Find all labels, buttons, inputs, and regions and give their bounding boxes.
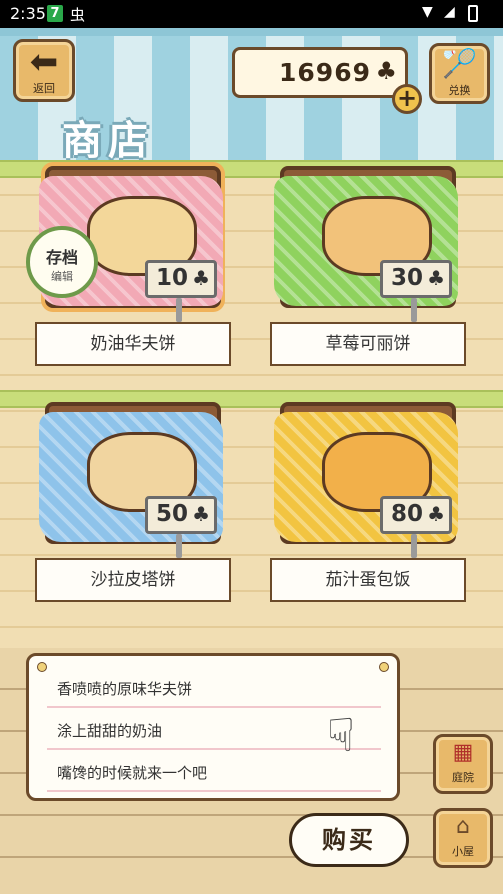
clover-icon: ♣ [427, 266, 445, 290]
tag-pin [411, 298, 417, 322]
pin-icon [379, 662, 389, 672]
item-name: 草莓可丽饼 [270, 322, 466, 366]
wifi-icon: ▼ [422, 4, 433, 20]
pin-icon [37, 662, 47, 672]
divider [47, 790, 381, 792]
price-tag: 80 ♣ [380, 496, 452, 534]
notification-badge: 7 [47, 5, 63, 22]
house-button[interactable]: ⌂ 小屋 [433, 808, 493, 868]
shop-item-crepe[interactable]: 30 ♣ 草莓可丽饼 [270, 166, 468, 366]
tag-pin [176, 534, 182, 558]
clover-icon: ♣ [427, 502, 445, 526]
signal-icon: ◢ [444, 4, 455, 20]
description-line: 香喷喷的原味华夫饼 [57, 680, 193, 698]
currency-amount: 16969 [279, 58, 371, 87]
edit-label: 编辑 [51, 270, 73, 283]
status-time: 2:35 [10, 4, 46, 23]
item-description-card: 香喷喷的原味华夫饼 涂上甜甜的奶油 嘴馋的时候就来一个吧 ☟ [26, 653, 400, 801]
shop-item-pita[interactable]: 50 ♣ 沙拉皮塔饼 [35, 402, 233, 602]
item-name: 沙拉皮塔饼 [35, 558, 231, 602]
house-button-label: 小屋 [452, 845, 474, 858]
add-currency-button[interactable]: + [392, 84, 422, 114]
clover-icon: ♣ [375, 57, 397, 85]
yard-button[interactable]: ▦ 庭院 [433, 734, 493, 794]
exchange-button-label: 兑换 [448, 84, 471, 97]
item-price: 80 [391, 501, 424, 527]
price-tag: 30 ♣ [380, 260, 452, 298]
clover-icon: ♣ [192, 266, 210, 290]
price-tag: 10 ♣ [145, 260, 217, 298]
bug-icon: 虫 [70, 6, 86, 24]
save-label: 存档 [45, 248, 78, 267]
clover-icon: ♣ [192, 502, 210, 526]
item-price: 30 [391, 265, 424, 291]
yard-icon: ▦ [452, 740, 474, 765]
description-line: 嘴馋的时候就来一个吧 [57, 764, 208, 782]
item-price: 10 [156, 265, 189, 291]
price-tag: 50 ♣ [145, 496, 217, 534]
shop-item-omurice[interactable]: 80 ♣ 茄汁蛋包饭 [270, 402, 468, 602]
status-bar: 2:35 7 虫 ▼ ◢ [0, 0, 503, 28]
tag-pin [176, 298, 182, 322]
pointing-hand-icon: ☟ [327, 708, 356, 762]
back-button[interactable]: ⬅ 返回 [13, 39, 75, 102]
page-title: 商店 [62, 118, 154, 164]
tag-pin [411, 534, 417, 558]
exchange-button[interactable]: 🏸 兑换 [429, 43, 490, 104]
item-name: 茄汁蛋包饭 [270, 558, 466, 602]
save-edit-button[interactable]: 存档 编辑 [26, 226, 98, 298]
back-button-label: 返回 [33, 82, 55, 95]
buy-button[interactable]: 购买 [289, 813, 409, 867]
yard-button-label: 庭院 [452, 771, 474, 784]
currency-display: 16969 ♣ [232, 47, 408, 98]
item-name: 奶油华夫饼 [35, 322, 231, 366]
awning-trim [0, 28, 503, 36]
net-icon: 🏸 [442, 47, 477, 80]
item-price: 50 [156, 501, 189, 527]
house-icon: ⌂ [456, 814, 470, 839]
battery-icon [468, 5, 478, 22]
back-arrow-icon: ⬅ [29, 42, 59, 82]
